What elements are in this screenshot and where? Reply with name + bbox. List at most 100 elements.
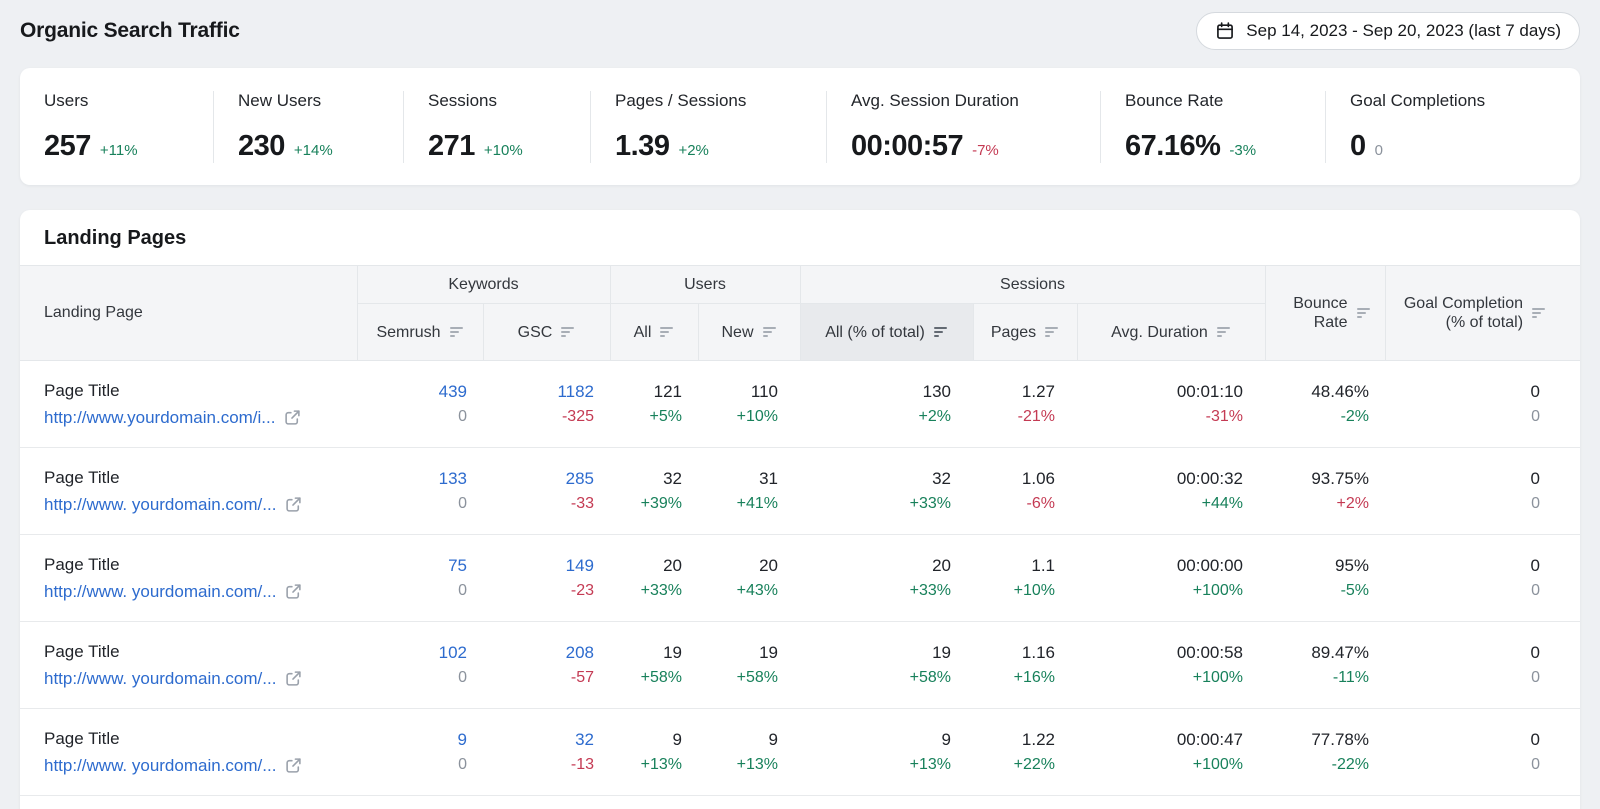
cell-value: 93.75% [1265, 470, 1369, 487]
cell-value: 9 [610, 731, 682, 748]
keyword-count-link[interactable]: 32 [483, 731, 594, 748]
cell-value: 0 [1385, 731, 1540, 748]
cell-value: 19 [800, 644, 951, 661]
cell-change: +100% [1077, 670, 1243, 686]
table-cell: 95% -5% [1265, 535, 1385, 622]
page-url-link[interactable]: http://www. yourdomain.com/... [44, 756, 276, 776]
keyword-count-link[interactable]: 285 [483, 470, 594, 487]
cell-value: 0 [1385, 470, 1540, 487]
table-cell: 00:01:10 -31% [1077, 361, 1265, 448]
table-cell: 0 0 [1385, 535, 1580, 622]
keyword-count-link[interactable]: 75 [357, 557, 467, 574]
keyword-count-link[interactable]: 1182 [483, 383, 594, 400]
cell-change: +16% [973, 670, 1055, 686]
cell-value: 00:00:32 [1077, 470, 1243, 487]
page-url-link[interactable]: http://www.yourdomain.com/i... [44, 408, 275, 428]
external-link-icon[interactable] [285, 757, 302, 774]
keyword-count-link[interactable]: 102 [357, 644, 467, 661]
summary-metric: Goal Completions 0 0 [1325, 91, 1580, 163]
cell-value: 00:00:47 [1077, 731, 1243, 748]
cell-change: -57 [483, 670, 594, 686]
column-header-semrush[interactable]: Semrush [357, 304, 483, 361]
cell-change: -325 [483, 409, 594, 425]
table-cell: 19 +58% [610, 622, 698, 709]
cell-value: 89.47% [1265, 644, 1369, 661]
cell-change: -2% [1265, 409, 1369, 425]
column-header-pages[interactable]: Pages [973, 304, 1077, 361]
table-cell: 1.1 +10% [973, 535, 1077, 622]
column-header-gsc[interactable]: GSC [483, 304, 610, 361]
bounce-rate-label: Bounce Rate [1286, 294, 1348, 332]
cell-change: 0 [357, 757, 467, 773]
table-cell: 75 0 [357, 535, 483, 622]
cell-change: 0 [1385, 496, 1540, 512]
table-row: Page Title http://www. yourdomain.com/..… [20, 448, 1580, 535]
keyword-count-link[interactable]: 133 [357, 470, 467, 487]
column-header-sessions-all[interactable]: All (% of total) [800, 304, 973, 361]
cell-value: 1.27 [973, 383, 1055, 400]
column-header-users-all[interactable]: All [610, 304, 698, 361]
cell-change: +58% [610, 670, 682, 686]
cell-change: +100% [1077, 757, 1243, 773]
metric-label: Pages / Sessions [615, 91, 826, 111]
page-title: Page Title [44, 381, 357, 401]
sort-icon [763, 326, 777, 338]
cell-value: 31 [698, 470, 778, 487]
metric-label: Goal Completions [1350, 91, 1580, 111]
cell-change: -23 [483, 583, 594, 599]
metric-change: 0 [1375, 142, 1383, 159]
cell-value: 32 [610, 470, 682, 487]
landing-pages-table-body: Page Title http://www.yourdomain.com/i..… [20, 361, 1580, 796]
summary-metric: Sessions 271 +10% [403, 91, 590, 163]
column-header-users-new[interactable]: New [698, 304, 800, 361]
column-header-landing-page: Landing Page [20, 266, 357, 361]
cell-change: 0 [357, 496, 467, 512]
keyword-count-link[interactable]: 149 [483, 557, 594, 574]
cell-change: +33% [800, 583, 951, 599]
metric-value: 1.39 [615, 130, 669, 163]
cell-value: 20 [610, 557, 682, 574]
page-url-link[interactable]: http://www. yourdomain.com/... [44, 495, 276, 515]
column-group-users: Users [610, 266, 800, 304]
sort-icon [660, 326, 674, 338]
page-url-link[interactable]: http://www. yourdomain.com/... [44, 669, 276, 689]
table-cell: 1.27 -21% [973, 361, 1077, 448]
column-header-goal-completion[interactable]: Goal Completion (% of total) [1385, 266, 1580, 361]
cell-value: 00:01:10 [1077, 383, 1243, 400]
date-range-button[interactable]: Sep 14, 2023 - Sep 20, 2023 (last 7 days… [1196, 12, 1580, 50]
cell-change: +39% [610, 496, 682, 512]
cell-change: +2% [800, 409, 951, 425]
metric-label: Sessions [428, 91, 590, 111]
summary-metric: Avg. Session Duration 00:00:57 -7% [826, 91, 1100, 163]
keyword-count-link[interactable]: 439 [357, 383, 467, 400]
landing-page-cell: Page Title http://www.yourdomain.com/i..… [20, 361, 357, 448]
cell-change: +2% [1265, 496, 1369, 512]
users-all-label: All [634, 323, 652, 342]
page-title: Page Title [44, 555, 357, 575]
cell-change: 0 [1385, 670, 1540, 686]
keyword-count-link[interactable]: 208 [483, 644, 594, 661]
table-cell: 0 0 [1385, 709, 1580, 796]
external-link-icon[interactable] [285, 496, 302, 513]
table-cell: 121 +5% [610, 361, 698, 448]
cell-change: 0 [1385, 757, 1540, 773]
external-link-icon[interactable] [285, 670, 302, 687]
cell-change: +33% [800, 496, 951, 512]
external-link-icon[interactable] [285, 583, 302, 600]
table-cell: 130 +2% [800, 361, 973, 448]
column-header-avg-duration[interactable]: Avg. Duration [1077, 304, 1265, 361]
column-header-bounce-rate[interactable]: Bounce Rate [1265, 266, 1385, 361]
external-link-icon[interactable] [284, 409, 301, 426]
table-cell: 0 0 [1385, 622, 1580, 709]
metric-change: +11% [100, 142, 138, 159]
keyword-count-link[interactable]: 9 [357, 731, 467, 748]
table-cell: 32 +39% [610, 448, 698, 535]
cell-change: -6% [973, 496, 1055, 512]
cell-value: 9 [800, 731, 951, 748]
table-cell: 89.47% -11% [1265, 622, 1385, 709]
cell-change: -22% [1265, 757, 1369, 773]
cell-value: 95% [1265, 557, 1369, 574]
page-url-link[interactable]: http://www. yourdomain.com/... [44, 582, 276, 602]
cell-value: 77.78% [1265, 731, 1369, 748]
goal-completion-label: Goal Completion (% of total) [1397, 294, 1523, 332]
